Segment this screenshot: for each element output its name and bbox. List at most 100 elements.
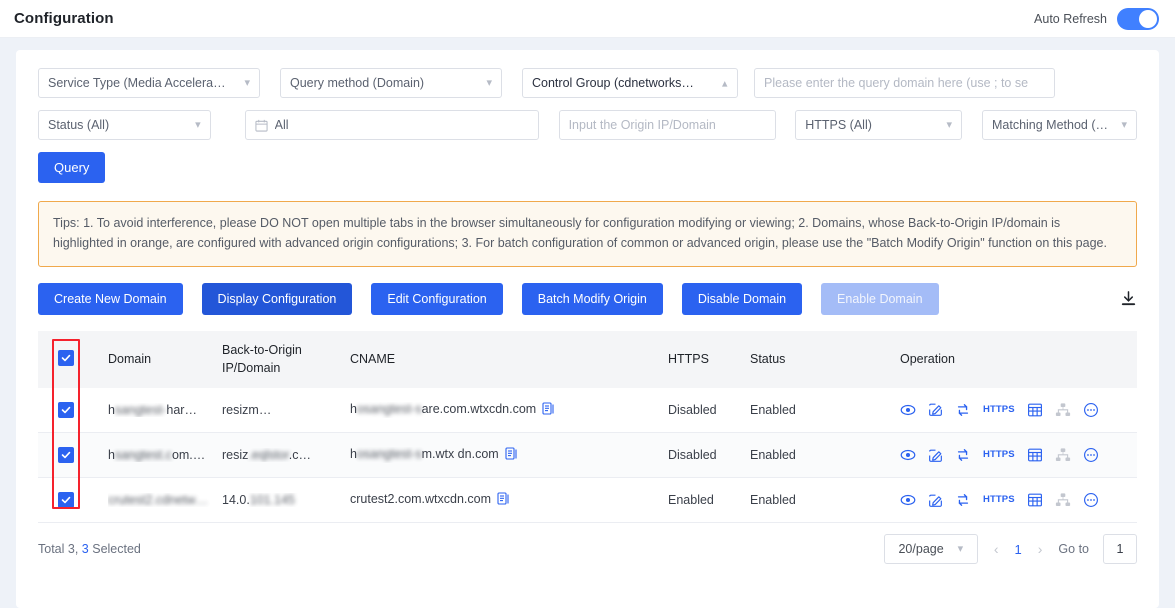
https-icon[interactable]: HTTPS [983,405,1015,415]
cell-https: Enabled [668,478,750,523]
text-visible: om.… [172,448,205,462]
table-icon[interactable] [1027,402,1043,418]
chevron-down-icon: ▾ [195,120,201,131]
view-icon[interactable] [900,402,916,418]
https-icon[interactable]: HTTPS [983,495,1015,505]
service-type-value: Service Type (Media Accelera… [48,76,238,90]
matching-method-select[interactable]: Matching Method (F… ▾ [982,110,1137,140]
query-button[interactable]: Query [38,152,105,183]
copy-icon[interactable] [497,492,509,508]
cell-origin: resizm… [222,388,350,433]
chevron-down-icon: ▾ [958,544,964,555]
date-range-value: All [275,118,529,132]
text-visible: crutest2 [350,492,394,506]
hierarchy-icon [1055,402,1071,418]
edit-configuration-button[interactable]: Edit Configuration [371,283,502,315]
edit-icon[interactable] [928,493,943,508]
cell-cname: hosangtest-sm.wtx dn.com [350,433,668,478]
origin-ip-domain-placeholder: Input the Origin IP/Domain [569,118,767,132]
refresh-icon[interactable] [955,402,971,418]
text-redacted: .eqlstor [248,448,288,462]
more-icon[interactable] [1083,492,1099,508]
page-size-select[interactable]: 20/page ▾ [884,534,978,564]
refresh-icon[interactable] [955,492,971,508]
column-header-domain: Domain [94,331,222,388]
disable-domain-button[interactable]: Disable Domain [682,283,802,315]
text-visible: h [108,448,115,462]
cell-domain: crutest2.cdnetw… [94,478,222,523]
text-visible: .com.wtxcdn.com [394,492,491,506]
text-visible: h [350,402,357,416]
row-checkbox[interactable] [58,492,74,508]
text-redacted: crutest2.cdnetw… [108,493,208,507]
row-checkbox[interactable] [58,402,74,418]
goto-page-input[interactable]: 1 [1103,534,1137,564]
page-number-1[interactable]: 1 [1015,542,1022,557]
enable-domain-button: Enable Domain [821,283,938,315]
view-icon[interactable] [900,492,916,508]
text-visible: h [350,447,357,461]
table-row[interactable]: crutest2.cdnetw…14.0.101.145crutest2.com… [38,478,1137,523]
next-page-button[interactable]: › [1036,541,1045,557]
tips-banner: Tips: 1. To avoid interference, please D… [38,201,1137,267]
edit-icon[interactable] [928,402,943,417]
domain-table: Domain Back-to-Origin IP/Domain CNAME HT… [38,331,1137,524]
more-icon[interactable] [1083,447,1099,463]
text-visible: har… [166,403,197,417]
action-toolbar: Create New Domain Display Configuration … [38,283,1137,315]
text-visible: resiz [222,448,248,462]
cell-operation: HTTPS [890,388,1137,433]
text-redacted: sangtest- [115,403,166,417]
cell-origin: resiz.eqlstor.c… [222,433,350,478]
goto-label: Go to [1058,542,1089,556]
cell-status: Enabled [750,478,890,523]
status-value: Status (All) [48,118,189,132]
text-visible: m.wtx dn.com [422,447,499,461]
table-row[interactable]: hsangtest-har…resizm…hosangtest-sare.com… [38,388,1137,433]
cell-status: Enabled [750,388,890,433]
batch-modify-origin-button[interactable]: Batch Modify Origin [522,283,663,315]
auto-refresh-toggle[interactable] [1117,8,1159,30]
control-group-select[interactable]: Control Group (cdnetworks… ▾ [522,68,738,98]
status-select[interactable]: Status (All) ▾ [38,110,211,140]
origin-ip-domain-input[interactable]: Input the Origin IP/Domain [559,110,777,140]
table-icon[interactable] [1027,492,1043,508]
date-range-picker[interactable]: All [245,110,539,140]
download-icon[interactable] [1120,290,1137,307]
cell-https: Disabled [668,433,750,478]
text-visible: h [108,403,115,417]
prev-page-button[interactable]: ‹ [992,541,1001,557]
page-title: Configuration [14,10,114,27]
query-domain-input[interactable]: Please enter the query domain here (use … [754,68,1055,98]
matching-method-value: Matching Method (F… [992,118,1115,132]
control-group-value: Control Group (cdnetworks… [532,76,716,90]
chevron-down-icon: ▾ [486,78,492,89]
https-select[interactable]: HTTPS (All) ▾ [795,110,962,140]
create-new-domain-button[interactable]: Create New Domain [38,283,183,315]
https-icon[interactable]: HTTPS [983,450,1015,460]
service-type-select[interactable]: Service Type (Media Accelera… ▾ [38,68,260,98]
column-header-https: HTTPS [668,331,750,388]
auto-refresh-label: Auto Refresh [1034,12,1107,26]
copy-icon[interactable] [542,402,554,418]
query-method-select[interactable]: Query method (Domain) ▾ [280,68,502,98]
hierarchy-icon [1055,492,1071,508]
table-row[interactable]: hsangtest.com.…resiz.eqlstor.c…hosangtes… [38,433,1137,478]
cell-cname: hosangtest-sare.com.wtxcdn.com [350,388,668,433]
refresh-icon[interactable] [955,447,971,463]
row-checkbox[interactable] [58,447,74,463]
top-bar-right: Auto Refresh [1034,8,1159,30]
view-icon[interactable] [900,447,916,463]
table-body: hsangtest-har…resizm…hosangtest-sare.com… [38,388,1137,523]
chevron-up-icon: ▾ [722,78,728,89]
copy-icon[interactable] [505,447,517,463]
more-icon[interactable] [1083,402,1099,418]
row-select-cell [38,478,94,523]
display-configuration-button[interactable]: Display Configuration [202,283,353,315]
edit-icon[interactable] [928,448,943,463]
text-visible: .c… [289,448,311,462]
selected-count: 3 [82,542,89,556]
query-method-value: Query method (Domain) [290,76,480,90]
select-all-checkbox[interactable] [58,350,74,366]
table-icon[interactable] [1027,447,1043,463]
